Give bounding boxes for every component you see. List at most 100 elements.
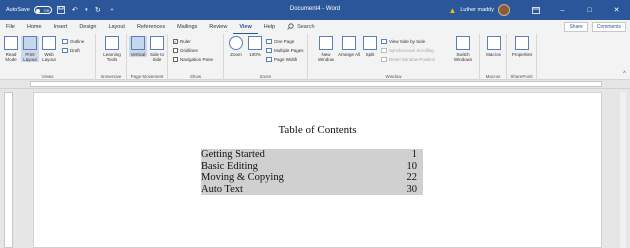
search-box[interactable]: Search — [281, 22, 315, 32]
reset-window-position-button[interactable]: Reset Window Position — [381, 56, 435, 63]
view-side-by-side-button[interactable]: View Side by Side — [381, 38, 425, 45]
macros-icon — [486, 36, 501, 50]
toc-entry[interactable]: Moving & Copying 22 — [201, 172, 423, 184]
read-mode-button[interactable]: Read Mode — [2, 36, 20, 62]
reset-position-icon — [381, 57, 387, 62]
autosave-toggle[interactable]: Off — [33, 6, 52, 14]
tab-insert[interactable]: Insert — [48, 20, 74, 34]
page-width-icon — [266, 57, 272, 62]
comments-button[interactable]: Comments — [591, 22, 626, 32]
group-show: ✓ Ruler Gridlines Navigation Pane Show — [168, 34, 224, 80]
one-page-button[interactable]: One Page — [266, 38, 294, 45]
share-button[interactable]: Share — [564, 22, 588, 32]
tab-home[interactable]: Home — [21, 20, 48, 34]
horizontal-ruler[interactable] — [0, 80, 630, 89]
gridlines-checkbox[interactable]: Gridlines — [173, 47, 198, 54]
table-of-contents[interactable]: Getting Started 1 Basic Editing 10 Movin… — [201, 149, 423, 195]
outline-button[interactable]: Outline — [62, 38, 84, 45]
split-icon — [363, 36, 377, 50]
web-layout-button[interactable]: Web Layout — [41, 36, 57, 62]
macros-button[interactable]: Macros — [483, 36, 504, 57]
toc-entry-page: 22 — [406, 172, 418, 183]
print-layout-icon — [23, 36, 37, 50]
tab-review[interactable]: Review — [203, 20, 233, 34]
ribbon-display-options-icon[interactable] — [522, 0, 549, 20]
toc-entry[interactable]: Auto Text 30 — [201, 184, 423, 196]
minimize-button[interactable]: – — [549, 0, 576, 20]
tab-file[interactable]: File — [0, 20, 21, 34]
learning-tools-icon — [105, 36, 119, 50]
customize-toolbar-icon[interactable]: ⩡ — [107, 5, 117, 15]
read-mode-icon — [4, 36, 18, 50]
vertical-ruler[interactable] — [4, 92, 13, 248]
save-icon[interactable] — [56, 5, 66, 15]
avatar[interactable] — [498, 4, 510, 16]
toc-entry-page: 1 — [411, 149, 417, 160]
group-label-show: Show — [189, 74, 202, 79]
document-heading[interactable]: Table of Contents — [34, 124, 601, 136]
title-bar: AutoSave Off ↶ ▾ ↻ ⩡ Document4 - Word ▲ … — [0, 0, 630, 20]
new-window-button[interactable]: New Window — [316, 36, 336, 62]
arrange-all-button[interactable]: Arrange All — [338, 36, 360, 57]
tab-references[interactable]: References — [131, 20, 171, 34]
learning-tools-button[interactable]: Learning Tools — [100, 36, 124, 62]
toc-entry[interactable]: Basic Editing 10 — [201, 161, 423, 173]
checkmark-icon: ✓ — [173, 38, 178, 44]
redo-icon[interactable]: ↻ — [93, 5, 103, 15]
toc-entry-title: Moving & Copying — [201, 172, 284, 183]
undo-dropdown-icon[interactable]: ▾ — [84, 5, 89, 15]
switch-windows-button[interactable]: Switch Windows — [450, 36, 476, 62]
vertical-scrollbar[interactable] — [620, 92, 626, 248]
autosave-label: AutoSave — [6, 7, 30, 13]
synchronous-scrolling-button[interactable]: Synchronous Scrolling — [381, 47, 434, 54]
group-views: Read Mode Print Layout Web Layout Outlin… — [0, 34, 96, 80]
draft-icon — [62, 48, 68, 53]
ruler-track — [30, 81, 602, 87]
tab-help[interactable]: Help — [258, 20, 281, 34]
multiple-pages-button[interactable]: Multiple Pages — [266, 47, 304, 54]
ruler-checkbox[interactable]: ✓ Ruler — [173, 38, 191, 45]
toc-entry-title: Basic Editing — [201, 160, 258, 172]
one-page-icon — [266, 39, 272, 44]
tab-design[interactable]: Design — [73, 20, 102, 34]
search-icon — [287, 22, 294, 32]
print-layout-button[interactable]: Print Layout — [21, 36, 39, 62]
group-label-immersive: Immersive — [100, 74, 122, 79]
restore-button[interactable]: □ — [576, 0, 603, 20]
zoom-100-button[interactable]: 100% — [247, 36, 263, 57]
page-width-button[interactable]: Page Width — [266, 56, 297, 63]
group-label-page-movement: Page Movement — [130, 74, 164, 79]
web-layout-icon — [42, 36, 56, 50]
tab-view[interactable]: View — [233, 20, 258, 34]
draft-button[interactable]: Draft — [62, 47, 80, 54]
document-page[interactable]: Table of Contents Getting Started 1 Basi… — [33, 92, 602, 248]
close-button[interactable]: ✕ — [603, 0, 630, 20]
new-window-icon — [319, 36, 333, 50]
tab-mailings[interactable]: Mailings — [171, 20, 203, 34]
navigation-pane-checkbox[interactable]: Navigation Pane — [173, 56, 213, 63]
properties-button[interactable]: Properties — [509, 36, 535, 57]
checkbox-empty-icon — [173, 48, 178, 53]
tab-layout[interactable]: Layout — [102, 20, 131, 34]
multiple-pages-icon — [266, 48, 272, 53]
zoom-button[interactable]: Zoom — [227, 36, 245, 57]
split-button[interactable]: Split — [362, 36, 378, 57]
vertical-button[interactable]: Vertical — [129, 36, 147, 57]
toc-entry-page: 30 — [406, 183, 418, 195]
user-name[interactable]: Luther maddy — [460, 7, 494, 13]
undo-icon[interactable]: ↶ — [70, 5, 80, 15]
ribbon-tabs: File Home Insert Design Layout Reference… — [0, 20, 630, 34]
toc-entry-title: Getting Started — [201, 149, 265, 160]
ribbon: Read Mode Print Layout Web Layout Outlin… — [0, 34, 630, 80]
collapse-ribbon-icon[interactable]: ^ — [623, 71, 626, 77]
toc-entry[interactable]: Getting Started 1 — [201, 149, 423, 161]
switch-windows-icon — [456, 36, 470, 50]
group-label-sharepoint: SharePoint — [510, 74, 533, 79]
search-label: Search — [297, 24, 315, 30]
side-to-side-button[interactable]: Side to Side — [148, 36, 166, 62]
magnifier-icon — [229, 36, 243, 50]
group-page-movement: Vertical Side to Side Page Movement — [127, 34, 168, 80]
outline-icon — [62, 39, 68, 44]
sync-scroll-icon — [381, 48, 387, 53]
warning-icon[interactable]: ▲ — [448, 6, 456, 15]
